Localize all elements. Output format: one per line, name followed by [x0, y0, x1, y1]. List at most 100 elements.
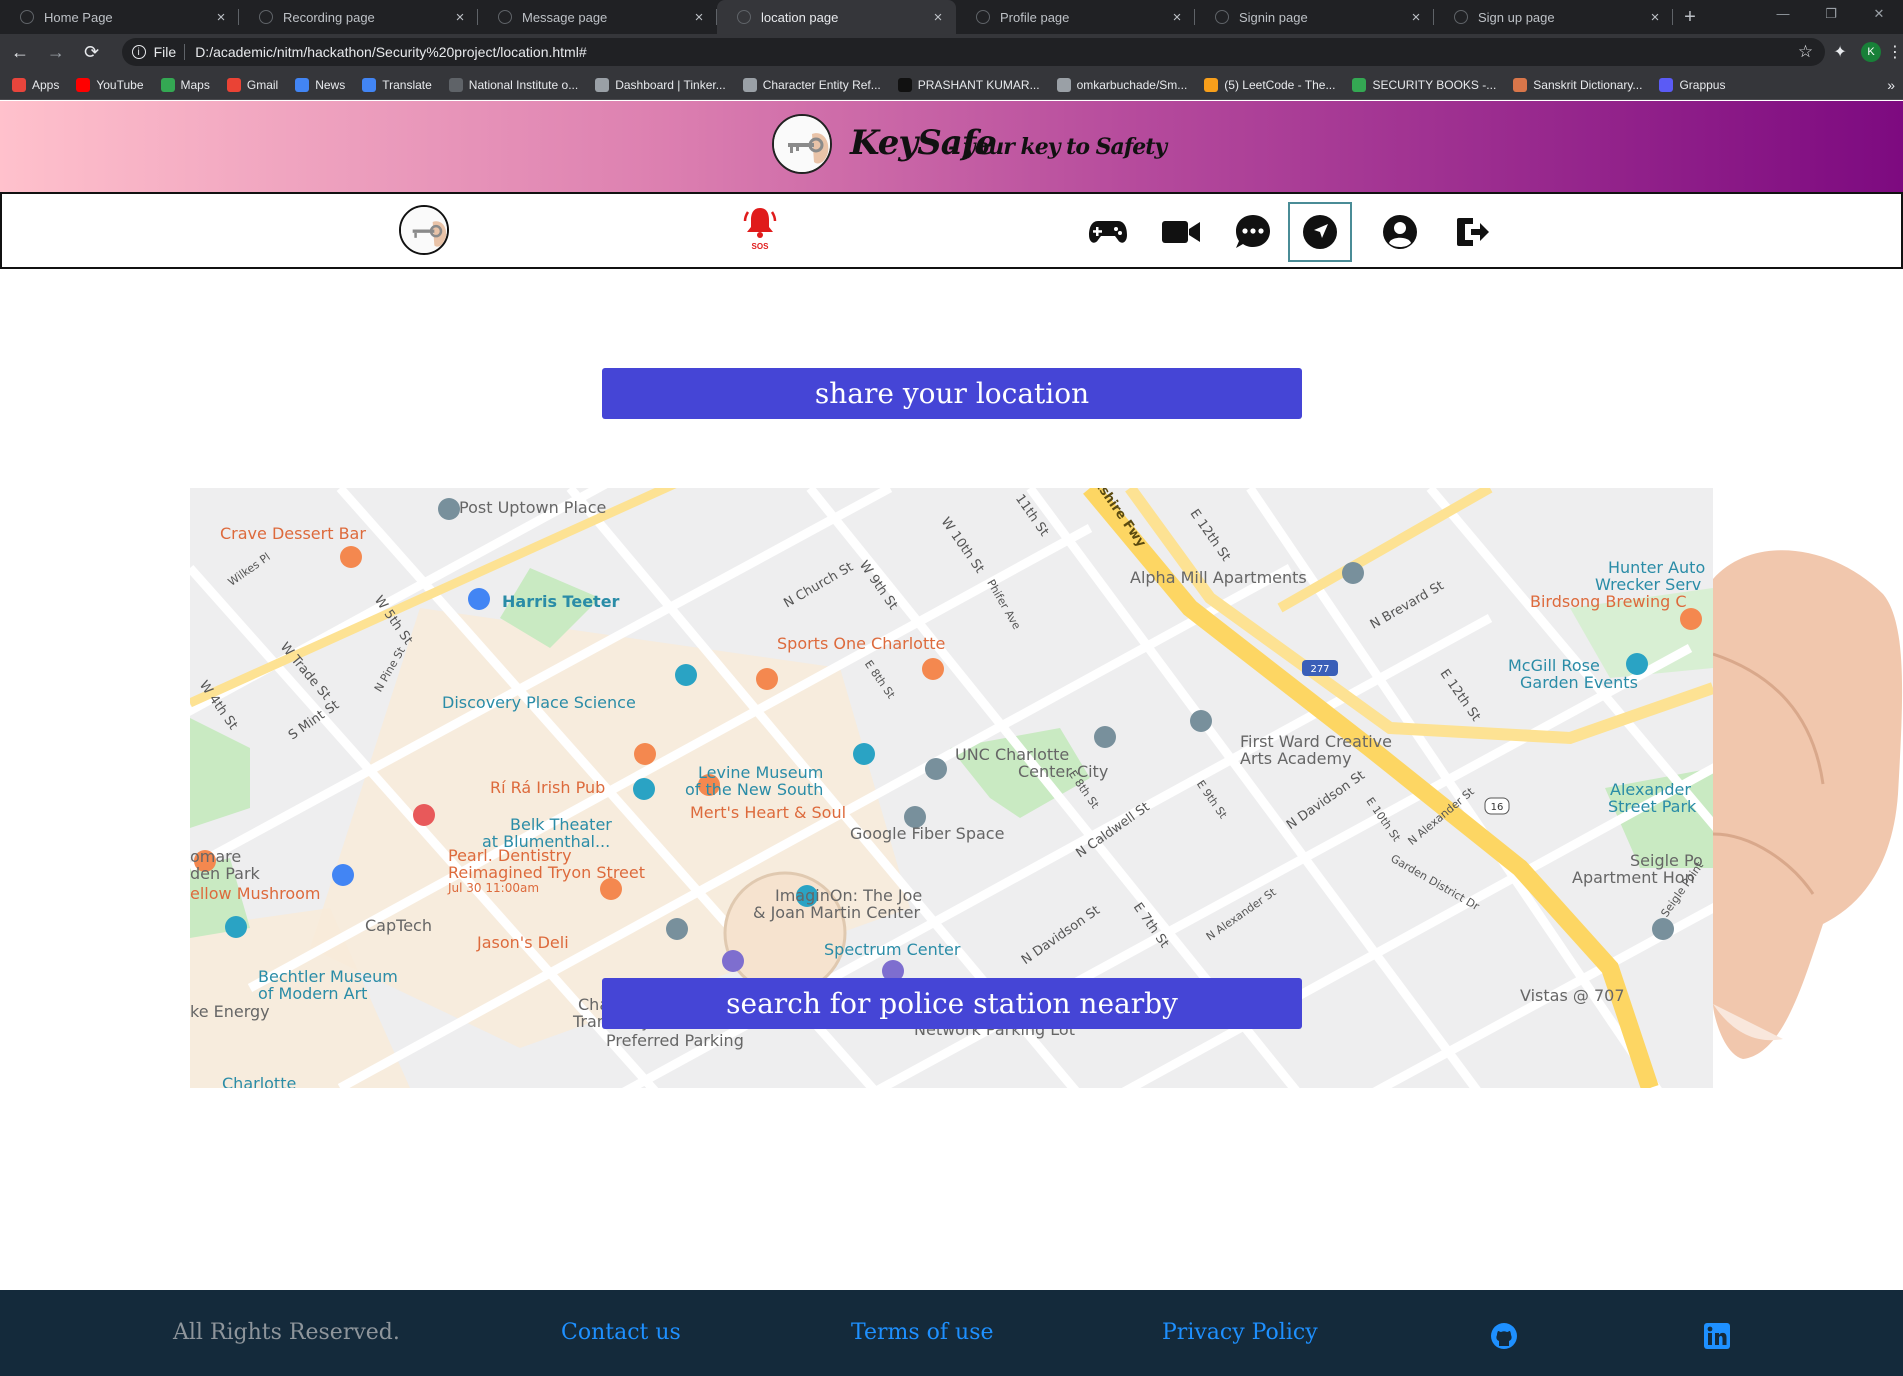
profile-nav-button[interactable]: [1369, 202, 1431, 262]
school-pin[interactable]: [1094, 726, 1116, 748]
map-label: Birdsong Brewing C: [1530, 592, 1687, 611]
tab-message[interactable]: Message page ×: [478, 0, 717, 34]
bookmark-item[interactable]: omkarbuchade/Sm...: [1056, 77, 1187, 92]
tab-recording[interactable]: Recording page ×: [239, 0, 478, 34]
bookmark-item[interactable]: News: [295, 77, 345, 92]
map-pin[interactable]: [925, 758, 947, 780]
museum-pin[interactable]: [853, 743, 875, 765]
bookmark-item[interactable]: Sanskrit Dictionary...: [1513, 77, 1642, 92]
map-label: Discovery Place Science: [442, 693, 636, 712]
bookmark-item[interactable]: Grappus: [1659, 77, 1725, 92]
map-label: Post Uptown Place: [459, 498, 607, 517]
browser-tab-bar: Home Page × Recording page × Message page ×…: [0, 0, 1903, 34]
linkedin-icon[interactable]: [1703, 1322, 1731, 1350]
tab-location[interactable]: location page ×: [717, 0, 956, 34]
extensions-puzzle-icon[interactable]: ✦: [1825, 42, 1855, 62]
event-pin[interactable]: [1626, 653, 1648, 675]
reload-button[interactable]: ⟳: [76, 36, 108, 68]
close-icon[interactable]: ×: [930, 9, 946, 26]
map-pin[interactable]: [1652, 918, 1674, 940]
close-icon[interactable]: ×: [1647, 9, 1663, 26]
keysafe-logo[interactable]: [399, 205, 449, 255]
tab-signin[interactable]: Signin page ×: [1195, 0, 1434, 34]
profile-avatar[interactable]: K: [1861, 42, 1881, 62]
info-icon[interactable]: i: [131, 45, 146, 59]
bookmark-item[interactable]: (5) LeetCode - The...: [1204, 77, 1335, 92]
forward-button[interactable]: →: [40, 36, 72, 68]
office-pin[interactable]: [332, 864, 354, 886]
bookmarks-overflow-button[interactable]: »: [1887, 77, 1895, 93]
close-icon[interactable]: ×: [1408, 9, 1424, 26]
map-label: Sports One Charlotte: [777, 634, 946, 653]
tab-home[interactable]: Home Page ×: [0, 0, 239, 34]
bookmark-item[interactable]: Maps: [160, 77, 210, 92]
dentist-pin[interactable]: [413, 804, 435, 826]
chat-nav-button[interactable]: [1222, 202, 1284, 262]
bookmark-item[interactable]: Translate: [362, 77, 432, 92]
close-icon[interactable]: ×: [452, 9, 468, 26]
close-icon[interactable]: ×: [213, 9, 229, 26]
tab-title: location page: [761, 9, 839, 25]
close-window-button[interactable]: ✕: [1855, 0, 1903, 30]
sos-button[interactable]: SOS: [742, 204, 778, 256]
tab-signup[interactable]: Sign up page ×: [1434, 0, 1673, 34]
share-location-button[interactable]: share your location: [602, 368, 1302, 419]
museum-pin[interactable]: [675, 664, 697, 686]
parking-pin[interactable]: [722, 950, 744, 972]
bookmark-favicon-icon: [362, 77, 377, 92]
bookmark-item[interactable]: PRASHANT KUMAR...: [897, 77, 1040, 92]
restore-button[interactable]: ❐: [1807, 0, 1855, 30]
restaurant-pin[interactable]: [1680, 608, 1702, 630]
map-label: Center City: [1018, 762, 1109, 781]
map-pin[interactable]: [438, 498, 460, 520]
back-button[interactable]: ←: [4, 36, 36, 68]
bookmark-item[interactable]: SECURITY BOOKS -...: [1352, 77, 1496, 92]
bookmark-item[interactable]: Apps: [12, 77, 59, 92]
bookmark-item[interactable]: YouTube: [76, 77, 144, 92]
contact-link[interactable]: Contact us: [561, 1320, 681, 1345]
github-icon[interactable]: [1490, 1322, 1518, 1350]
map-pin[interactable]: [1342, 562, 1364, 584]
bookmark-item[interactable]: Gmail: [226, 77, 279, 92]
restaurant-pin[interactable]: [340, 546, 362, 568]
svg-text:16: 16: [1491, 802, 1504, 813]
map-label: Harris Teeter: [502, 592, 620, 611]
map-label: Rí Rá Irish Pub: [490, 778, 606, 797]
bookmark-star-icon[interactable]: ☆: [1798, 42, 1813, 62]
search-police-station-button[interactable]: search for police station nearby: [602, 978, 1302, 1029]
bookmark-favicon-icon: [448, 77, 463, 92]
games-nav-button[interactable]: [1077, 202, 1139, 262]
shopping-cart-pin[interactable]: [468, 588, 490, 610]
globe-icon: [20, 10, 34, 24]
logout-nav-button[interactable]: [1442, 202, 1504, 262]
tab-profile[interactable]: Profile page ×: [956, 0, 1195, 34]
location-nav-button[interactable]: [1288, 202, 1352, 262]
menu-kebab-icon[interactable]: ⋮: [1887, 42, 1903, 62]
restaurant-pin[interactable]: [634, 743, 656, 765]
map-label: & Joan Martin Center: [753, 903, 921, 922]
bookmark-item[interactable]: National Institute o...: [448, 77, 578, 92]
url-text[interactable]: D:/academic/nitm/hackathon/Security%20pr…: [195, 44, 1798, 60]
video-nav-button[interactable]: [1150, 202, 1212, 262]
keysafe-logo: [772, 114, 832, 174]
bookmark-label: Gmail: [246, 77, 279, 92]
close-icon[interactable]: ×: [691, 9, 707, 26]
privacy-link[interactable]: Privacy Policy: [1162, 1320, 1318, 1345]
browser-toolbar: ← → ⟳ i File D:/academic/nitm/hackathon/…: [0, 34, 1903, 70]
restaurant-pin[interactable]: [922, 658, 944, 680]
terms-link[interactable]: Terms of use: [851, 1320, 994, 1345]
minimize-button[interactable]: —: [1759, 0, 1807, 30]
chat-icon: [1236, 215, 1270, 248]
url-scheme: File: [153, 44, 177, 60]
bookmark-label: Maps: [180, 77, 210, 92]
close-icon[interactable]: ×: [1169, 9, 1185, 26]
new-tab-button[interactable]: +: [1673, 0, 1707, 34]
museum-pin[interactable]: [225, 916, 247, 938]
theater-pin[interactable]: [633, 778, 655, 800]
address-bar[interactable]: i File D:/academic/nitm/hackathon/Securi…: [121, 38, 1826, 66]
bookmark-item[interactable]: Character Entity Ref...: [742, 77, 881, 92]
transit-pin[interactable]: [666, 918, 688, 940]
school-pin[interactable]: [1190, 710, 1212, 732]
restaurant-pin[interactable]: [756, 668, 778, 690]
bookmark-item[interactable]: Dashboard | Tinker...: [595, 77, 726, 92]
